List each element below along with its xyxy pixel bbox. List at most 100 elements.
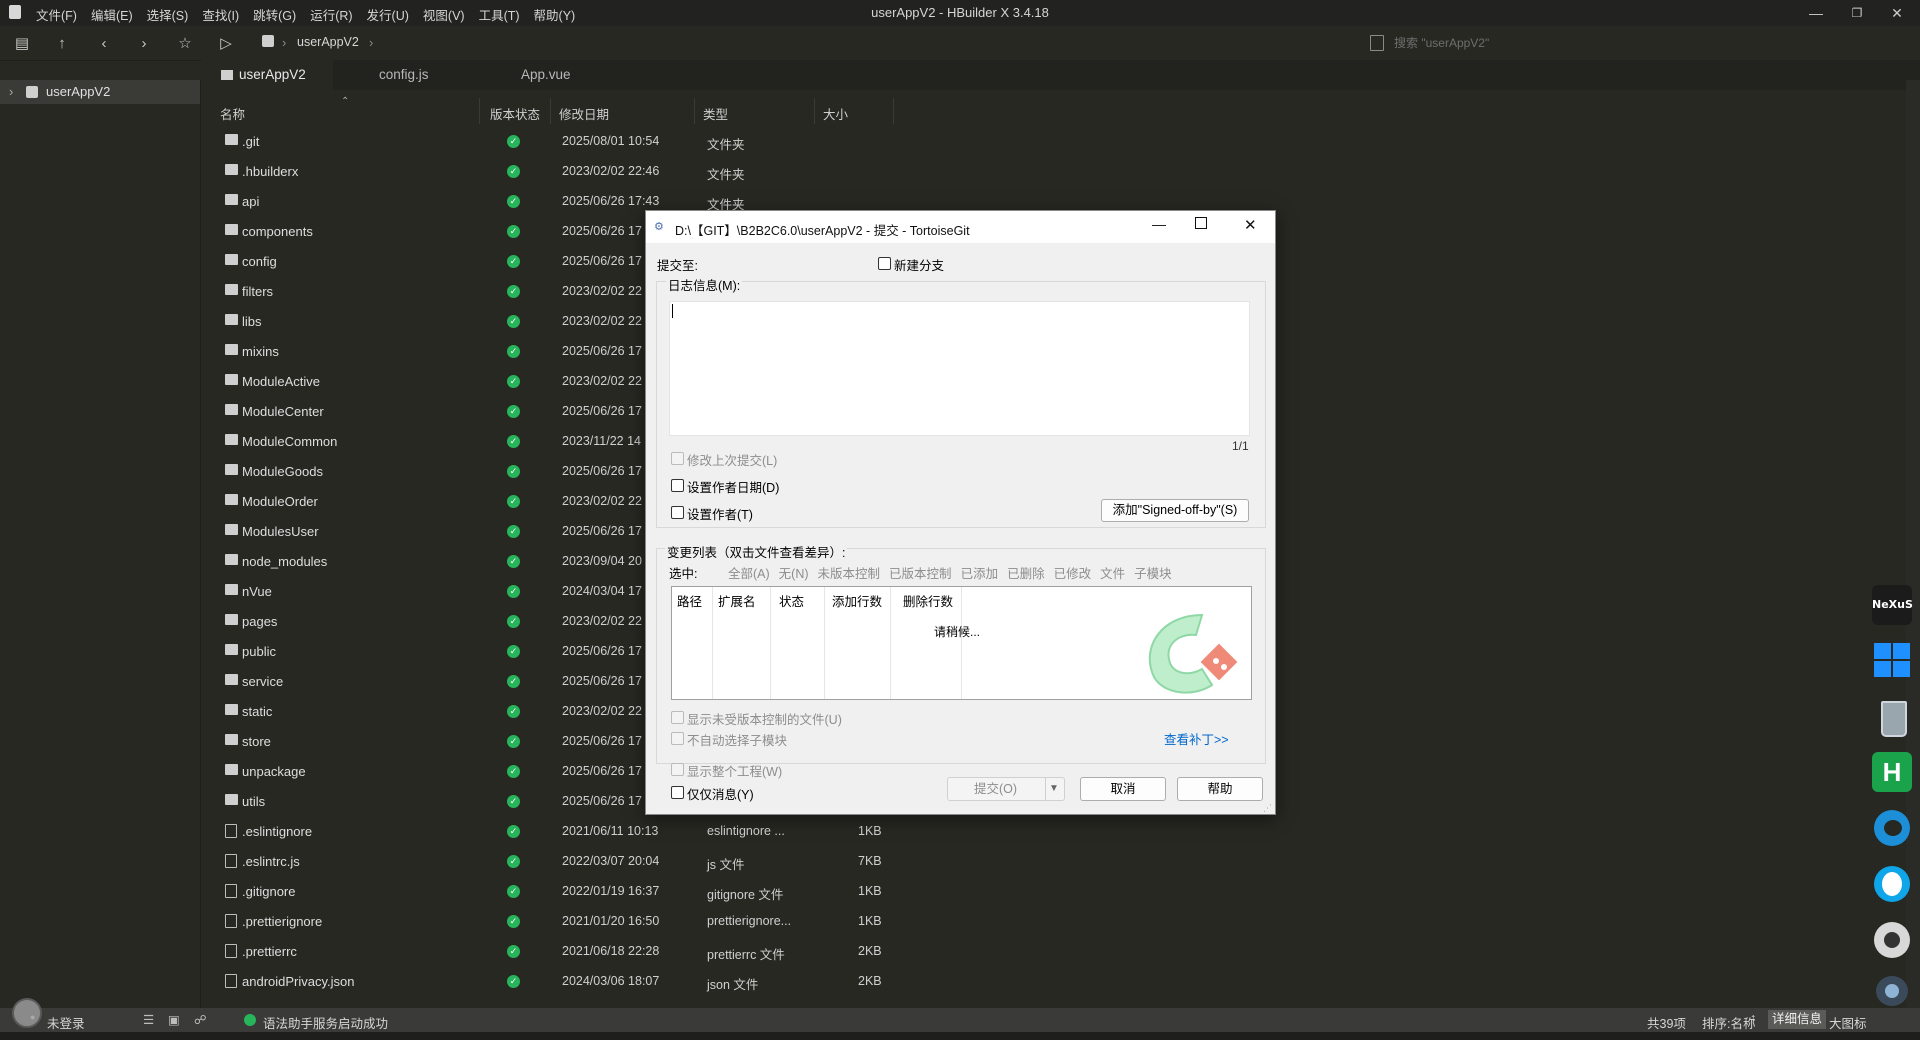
help-button[interactable]: 帮助 bbox=[1177, 777, 1263, 801]
tab-userappv2[interactable]: userAppV2 bbox=[201, 60, 333, 92]
table-row[interactable]: .eslintignore ✓ 2021/06/11 10:13 eslintigno… bbox=[201, 817, 1920, 847]
col-added-lines[interactable]: 添加行数 bbox=[832, 591, 882, 610]
cancel-button[interactable]: 取消 bbox=[1080, 777, 1166, 801]
changes-list[interactable]: 路径 扩展名 状态 添加行数 删除行数 请稍候... bbox=[671, 586, 1252, 700]
col-deleted-lines[interactable]: 删除行数 bbox=[903, 591, 953, 610]
commit-button[interactable]: 提交(O) ▼ bbox=[947, 777, 1065, 801]
menu-file[interactable]: 文件(F) bbox=[36, 5, 77, 24]
message-only-checkbox[interactable] bbox=[671, 786, 684, 799]
file-type: js 文件 bbox=[707, 858, 745, 872]
big-icon-view-button[interactable]: 大图标 bbox=[1829, 1013, 1867, 1032]
menu-run[interactable]: 运行(R) bbox=[310, 5, 352, 24]
search-input[interactable]: 搜索 "userAppV2" bbox=[1394, 33, 1920, 53]
table-row[interactable]: .prettierrc ✓ 2021/06/18 22:28 prettierrc 文… bbox=[201, 937, 1920, 967]
filter-submodules[interactable]: 子模块 bbox=[1134, 563, 1172, 582]
file-name: ModuleCommon bbox=[242, 434, 338, 449]
star-icon[interactable]: ☆ bbox=[175, 34, 195, 54]
chevron-down-icon[interactable]: ▼ bbox=[1049, 778, 1059, 800]
column-header-vcs[interactable]: 版本状态 bbox=[490, 104, 540, 123]
chevron-right-icon[interactable]: › bbox=[9, 80, 13, 104]
table-row[interactable]: .hbuilderx ✓ 2023/02/02 22:46 文件夹 bbox=[201, 157, 1920, 187]
filter-versioned[interactable]: 已版本控制 bbox=[889, 563, 952, 582]
column-header-name[interactable]: 名称 bbox=[220, 104, 245, 123]
column-header-size[interactable]: 大小 bbox=[823, 104, 848, 123]
menu-publish[interactable]: 发行(U) bbox=[367, 5, 409, 24]
show-whole-project-checkbox[interactable] bbox=[671, 763, 684, 776]
close-button[interactable]: ✕ bbox=[1874, 0, 1920, 26]
vcs-ok-icon: ✓ bbox=[507, 525, 520, 538]
menu-edit[interactable]: 编辑(E) bbox=[91, 5, 133, 24]
modified-date: 2025/06/26 17 bbox=[562, 464, 642, 478]
table-row[interactable]: .git ✓ 2025/08/01 10:54 文件夹 bbox=[201, 127, 1920, 157]
file-size: 7KB bbox=[858, 854, 882, 868]
breadcrumb[interactable]: userAppV2 bbox=[297, 35, 359, 49]
file-icon bbox=[225, 854, 237, 868]
commit-message-textarea[interactable] bbox=[669, 301, 1250, 436]
filter-all[interactable]: 全部(A) bbox=[728, 563, 770, 582]
set-date-checkbox[interactable] bbox=[671, 479, 684, 492]
menu-goto[interactable]: 跳转(G) bbox=[253, 5, 296, 24]
globe-icon[interactable]: ☍ bbox=[194, 1012, 207, 1027]
disk-icon[interactable] bbox=[1872, 920, 1912, 960]
filter-deleted[interactable]: 已删除 bbox=[1007, 563, 1045, 582]
dialog-close-button[interactable]: ✕ bbox=[1244, 216, 1257, 234]
back-icon[interactable]: ‹ bbox=[94, 34, 114, 54]
filter-added[interactable]: 已添加 bbox=[961, 563, 999, 582]
edge-icon[interactable] bbox=[1872, 808, 1912, 848]
up-arrow-icon[interactable]: ↑ bbox=[52, 34, 72, 54]
dialog-title-bar: ⚙ D:\【GIT】\B2B2C6.0\userAppV2 - 提交 - Tor… bbox=[646, 211, 1275, 243]
terminal-icon[interactable]: ▣ bbox=[168, 1012, 180, 1027]
show-unversioned-checkbox[interactable] bbox=[671, 711, 684, 724]
new-branch-label: 新建分支 bbox=[894, 259, 945, 273]
vcs-ok-icon: ✓ bbox=[507, 375, 520, 388]
filter-files[interactable]: 文件 bbox=[1100, 563, 1125, 582]
table-row[interactable]: .gitignore ✓ 2022/01/19 16:37 gitignore 文件 1… bbox=[201, 877, 1920, 907]
list-icon[interactable]: ☰ bbox=[143, 1012, 154, 1027]
forward-icon[interactable]: › bbox=[134, 34, 154, 54]
view-patch-link[interactable]: 查看补丁>> bbox=[1164, 729, 1229, 748]
camera-icon[interactable] bbox=[1872, 976, 1912, 1006]
col-path[interactable]: 路径 bbox=[677, 591, 702, 610]
filter-unversioned[interactable]: 未版本控制 bbox=[818, 563, 881, 582]
windows-icon[interactable] bbox=[1872, 640, 1912, 680]
menu-view[interactable]: 视图(V) bbox=[423, 5, 465, 24]
detail-view-button[interactable]: 详细信息 bbox=[1768, 1010, 1827, 1029]
login-status[interactable]: 未登录 bbox=[47, 1013, 85, 1032]
menu-tools[interactable]: 工具(T) bbox=[479, 5, 520, 24]
table-row[interactable]: androidPrivacy.json ✓ 2024/03/06 18:07 json… bbox=[201, 967, 1920, 997]
filter-none[interactable]: 无(N) bbox=[779, 563, 809, 582]
qq-icon[interactable] bbox=[1872, 864, 1912, 904]
set-author-checkbox[interactable] bbox=[671, 506, 684, 519]
amend-checkbox[interactable] bbox=[671, 452, 684, 465]
menu-find[interactable]: 查找(I) bbox=[202, 5, 239, 24]
filter-modified[interactable]: 已修改 bbox=[1054, 563, 1092, 582]
column-header-date[interactable]: 修改日期 bbox=[559, 104, 609, 123]
table-row[interactable]: .prettierignore ✓ 2021/01/20 16:50 prettier… bbox=[201, 907, 1920, 937]
menu-help[interactable]: 帮助(Y) bbox=[534, 5, 576, 24]
vcs-ok-icon: ✓ bbox=[507, 135, 520, 148]
signoff-button[interactable]: 添加"Signed-off-by"(S) bbox=[1101, 499, 1249, 522]
table-row[interactable]: .eslintrc.js ✓ 2022/03/07 20:04 js 文件 7KB bbox=[201, 847, 1920, 877]
folder-icon bbox=[225, 554, 238, 565]
tab-config-js[interactable]: config.js bbox=[339, 60, 479, 90]
sort-status[interactable]: 排序:名称 bbox=[1702, 1013, 1755, 1032]
col-ext[interactable]: 扩展名 bbox=[718, 591, 756, 610]
column-header-type[interactable]: 类型 bbox=[703, 104, 728, 123]
nexus-icon[interactable]: NeXuS bbox=[1872, 585, 1913, 625]
new-branch-checkbox[interactable] bbox=[878, 257, 891, 270]
sidebar-item-project[interactable]: › userAppV2 bbox=[0, 80, 200, 104]
resize-grip-icon[interactable]: ⋰ bbox=[1263, 803, 1272, 814]
tab-app-vue[interactable]: App.vue bbox=[481, 60, 641, 90]
col-status[interactable]: 状态 bbox=[779, 591, 804, 610]
sort-arrow-icon[interactable]: ↑ bbox=[1750, 1011, 1756, 1025]
run-icon[interactable]: ▷ bbox=[216, 34, 236, 54]
dialog-minimize-button[interactable]: — bbox=[1152, 216, 1166, 232]
dialog-maximize-button[interactable] bbox=[1195, 217, 1207, 229]
avatar[interactable] bbox=[12, 998, 42, 1028]
hbuilder-icon[interactable]: H bbox=[1872, 752, 1912, 792]
no-autoselect-checkbox[interactable] bbox=[671, 732, 684, 745]
minimize-button[interactable]: — bbox=[1793, 0, 1839, 26]
recycle-bin-icon[interactable] bbox=[1872, 697, 1912, 737]
menu-select[interactable]: 选择(S) bbox=[147, 5, 189, 24]
new-file-icon[interactable]: ▤ bbox=[12, 34, 32, 54]
